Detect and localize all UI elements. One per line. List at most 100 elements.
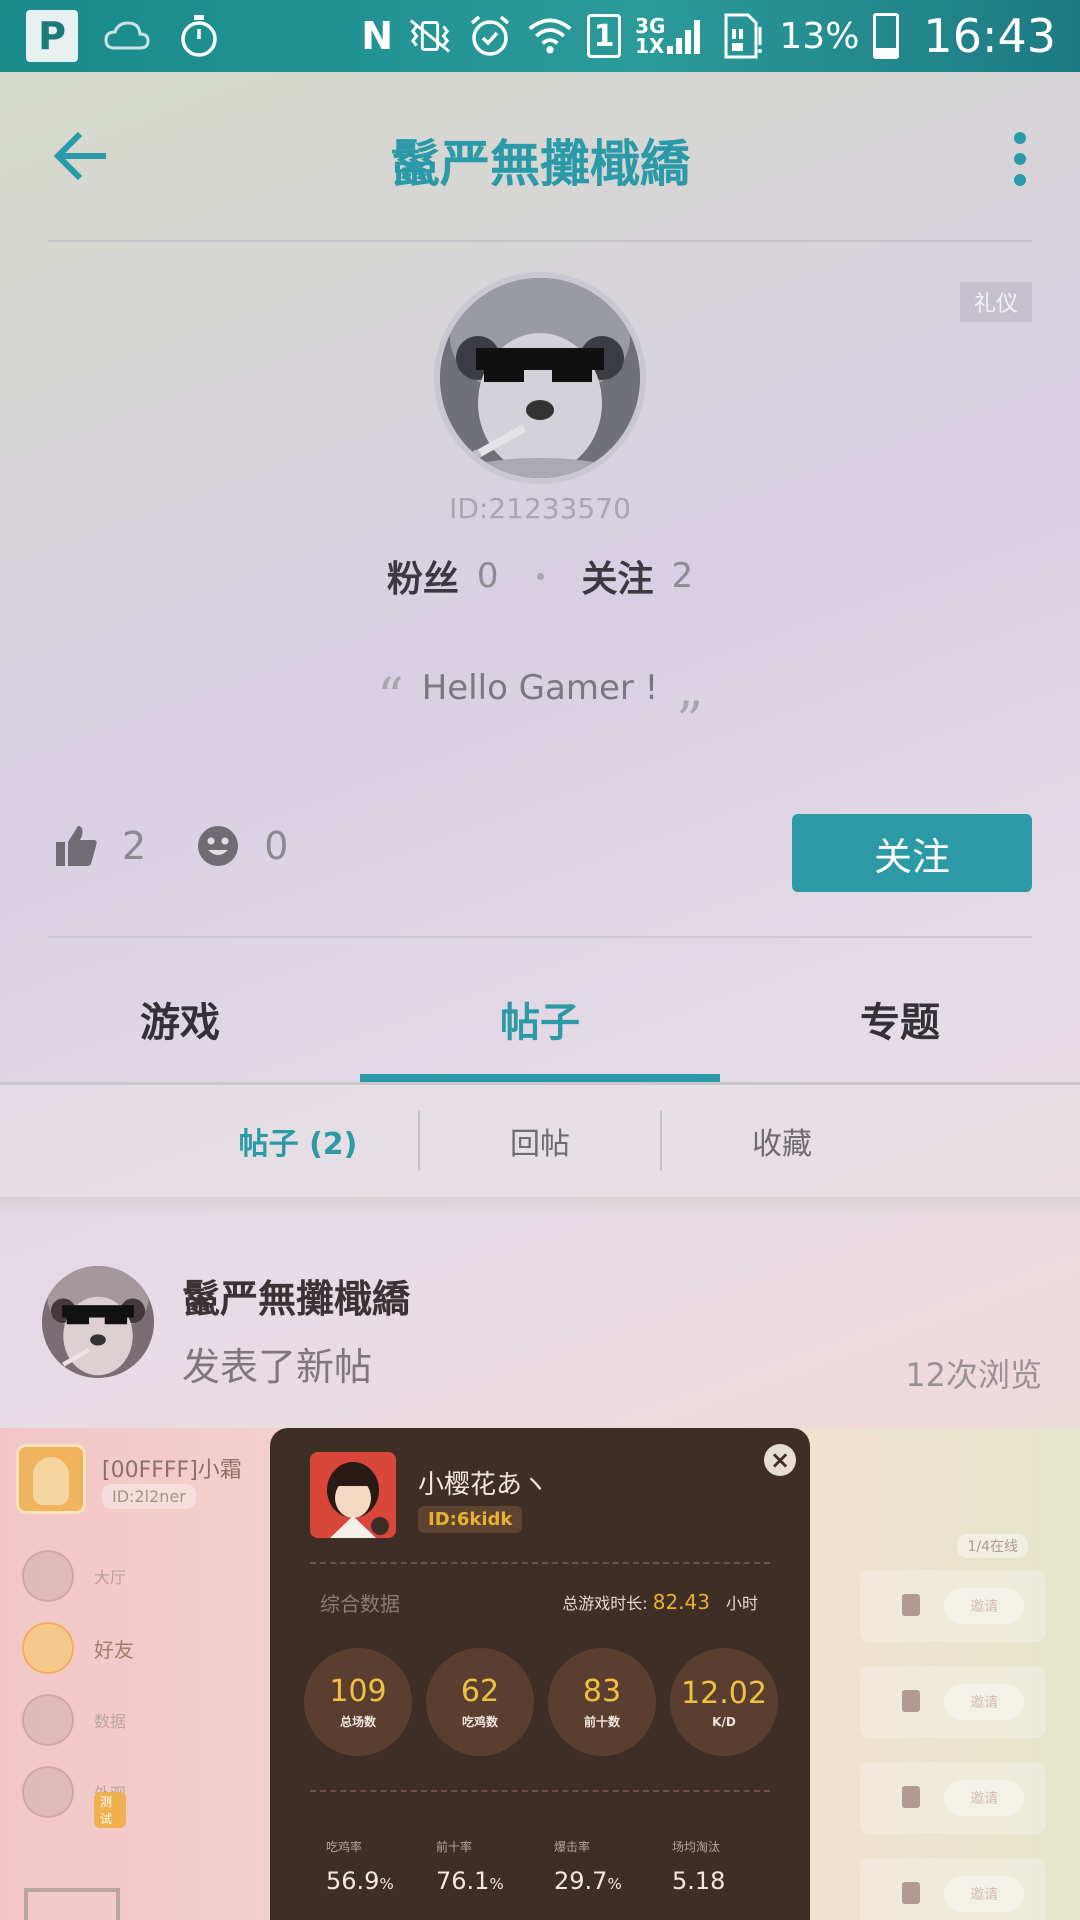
- friend-row: 邀请: [860, 1858, 1046, 1920]
- sub-tabs: 帖子 (2) 回帖 收藏: [0, 1085, 1080, 1197]
- sidebar-item-data: 数据: [22, 1694, 126, 1746]
- home-icon: [22, 1550, 74, 1602]
- data-icon: [22, 1694, 74, 1746]
- cloud-icon: [104, 13, 150, 59]
- user-id: ID:21233570: [449, 492, 631, 525]
- tab-posts[interactable]: 帖子: [360, 940, 720, 1084]
- rate-item: 吃鸡率 56.9%: [326, 1838, 394, 1895]
- rate-unit: %: [489, 1875, 504, 1893]
- more-dot: [1014, 153, 1026, 165]
- header-divider: [48, 240, 1032, 242]
- smile-button[interactable]: 0: [196, 824, 288, 868]
- post-author-name[interactable]: 鬣严無攤檝繑: [182, 1268, 410, 1323]
- vibrate-mute-icon: [407, 13, 453, 59]
- rate-label: 场均淘汰: [672, 1840, 721, 1854]
- stat-circle: 12.02 K/D: [670, 1648, 778, 1756]
- smile-count: 0: [264, 824, 289, 868]
- invite-button: 邀请: [944, 1684, 1024, 1720]
- stat-value: 83: [582, 1674, 622, 1709]
- total-time-unit: 小时: [725, 1594, 758, 1613]
- invite-button: 邀请: [944, 1780, 1024, 1816]
- separator-dot: [536, 572, 544, 580]
- like-button[interactable]: 2: [54, 824, 146, 868]
- post-item[interactable]: 鬣严無攤檝繑 发表了新帖 12次浏览: [0, 1218, 1080, 1428]
- close-quote-icon: ”: [676, 692, 703, 752]
- smiley-icon: [198, 826, 239, 866]
- stat-label: 总场数: [339, 1715, 376, 1729]
- stat-label: 吃鸡数: [461, 1715, 498, 1729]
- reaction-bar: 2 0: [54, 824, 338, 868]
- subtab-favorites[interactable]: 收藏: [662, 1119, 902, 1163]
- clock: 16:43: [923, 9, 1056, 63]
- friend-row: 邀请: [860, 1570, 1046, 1642]
- player-name: [00FFFF]小霜: [102, 1458, 242, 1483]
- followers-count[interactable]: 0: [477, 556, 499, 596]
- post-author-avatar[interactable]: [42, 1266, 154, 1378]
- popup-divider: [310, 1790, 770, 1792]
- total-time-value: 82.43: [652, 1590, 710, 1614]
- wifi-icon: [527, 13, 573, 59]
- document-icon: [902, 1594, 920, 1616]
- followers-label[interactable]: 粉丝: [387, 550, 459, 602]
- sidebar-item-lobby: 大厅: [22, 1550, 126, 1602]
- subtab-replies[interactable]: 回帖: [420, 1119, 660, 1163]
- online-status: 1/4在线: [957, 1534, 1028, 1558]
- like-count: 2: [122, 824, 147, 868]
- subtabs-shadow: [0, 1197, 1080, 1217]
- storage-alert-icon: [719, 13, 765, 59]
- rate-value: 29.7: [554, 1867, 608, 1895]
- profile-avatar[interactable]: [434, 272, 646, 484]
- stat-value: 12.02: [681, 1675, 767, 1711]
- status-bar: P N 1 3G 1X 13% 16:43: [0, 0, 1080, 72]
- stat-circle: 109 总场数: [304, 1648, 412, 1756]
- post-views: 12次浏览: [905, 1356, 1042, 1394]
- nfc-icon: N: [361, 14, 394, 58]
- sidebar-item-appearance: 外观 测试: [22, 1766, 127, 1828]
- rate-value: 56.9: [326, 1867, 380, 1895]
- friend-row: 邀请: [860, 1666, 1046, 1738]
- dog-avatar-image: [440, 278, 640, 478]
- tab-games[interactable]: 游戏: [0, 940, 360, 1084]
- rate-unit: %: [607, 1875, 622, 1893]
- sim-icon: 1: [587, 14, 622, 58]
- subtab-posts[interactable]: 帖子 (2): [178, 1119, 418, 1163]
- follow-button[interactable]: 关注: [792, 814, 1032, 892]
- stat-label: 前十数: [583, 1715, 620, 1729]
- network-indicator: 3G 1X: [635, 16, 705, 56]
- stat-circle: 83 前十数: [548, 1648, 656, 1756]
- alarm-icon: [467, 13, 513, 59]
- total-time: 总游戏时长: 82.43: [562, 1590, 710, 1614]
- following-label[interactable]: 关注: [582, 550, 654, 602]
- stat-value: 109: [329, 1674, 387, 1709]
- more-options-button[interactable]: [1000, 132, 1040, 192]
- rate-value: 76.1: [436, 1867, 490, 1895]
- stopwatch-icon: [176, 13, 222, 59]
- popup-player-name: 小樱花あヽ: [418, 1470, 549, 1500]
- post-image[interactable]: [00FFFF]小霜 ID:2l2ner 大厅 好友 数据 外观 测试 1/4在…: [0, 1428, 1080, 1920]
- appearance-icon: [22, 1766, 74, 1818]
- rate-item: 爆击率 29.7%: [554, 1838, 622, 1895]
- follow-stats: 粉丝 0 关注 2: [0, 550, 1080, 602]
- player-id: ID:2l2ner: [102, 1484, 196, 1509]
- open-quote-icon: “: [377, 668, 404, 728]
- tab-topics[interactable]: 专题: [720, 940, 1080, 1084]
- popup-section-title: 综合数据: [320, 1592, 400, 1616]
- document-icon: [902, 1786, 920, 1808]
- close-icon: ×: [764, 1444, 796, 1476]
- app-notification-icon: P: [26, 10, 78, 62]
- sidebar-item-friends: 好友: [22, 1622, 134, 1674]
- invite-button: 邀请: [944, 1588, 1024, 1624]
- more-dot: [1014, 132, 1026, 144]
- rate-label: 前十率: [436, 1840, 473, 1854]
- rate-label: 吃鸡率: [326, 1840, 363, 1854]
- page-title: 鬣严無攤檝繑: [390, 135, 690, 193]
- etiquette-badge[interactable]: 礼仪: [960, 282, 1032, 322]
- rate-value: 5.18: [672, 1867, 726, 1895]
- rate-unit: %: [379, 1875, 394, 1893]
- popup-player-id: ID:6kidk: [418, 1506, 523, 1533]
- player-avatar: [16, 1444, 86, 1514]
- thumbs-up-icon: [56, 826, 97, 866]
- stat-circle: 62 吃鸡数: [426, 1648, 534, 1756]
- popup-divider: [310, 1562, 770, 1564]
- following-count[interactable]: 2: [672, 556, 694, 596]
